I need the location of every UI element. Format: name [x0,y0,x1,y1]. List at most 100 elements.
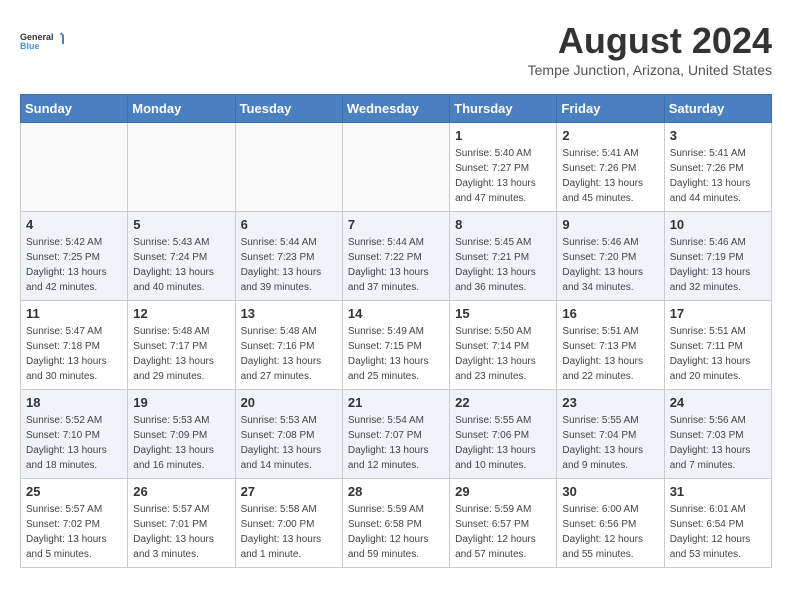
day-info: Sunrise: 5:54 AMSunset: 7:07 PMDaylight:… [348,413,444,473]
calendar-cell: 29 Sunrise: 5:59 AMSunset: 6:57 PMDayligh… [450,479,557,568]
day-number: 29 [455,484,551,499]
day-info: Sunrise: 6:01 AMSunset: 6:54 PMDaylight:… [670,502,766,562]
day-info: Sunrise: 5:55 AMSunset: 7:06 PMDaylight:… [455,413,551,473]
week-row-2: 4Sunrise: 5:42 AMSunset: 7:25 PMDaylight… [21,212,772,301]
day-info: Sunrise: 5:49 AMSunset: 7:15 PMDaylight:… [348,324,444,384]
calendar-cell: 4Sunrise: 5:42 AMSunset: 7:25 PMDaylight… [21,212,128,301]
day-number: 25 [26,484,122,499]
day-number: 22 [455,395,551,410]
day-number: 6 [241,217,337,232]
day-number: 26 [133,484,229,499]
calendar-cell: 14Sunrise: 5:49 AMSunset: 7:15 PMDayligh… [342,301,449,390]
calendar-cell: 22 Sunrise: 5:55 AMSunset: 7:06 PMDayligh… [450,390,557,479]
day-number: 10 [670,217,766,232]
day-info: Sunrise: 5:45 AMSunset: 7:21 PMDaylight:… [455,235,551,295]
calendar-cell: 5 Sunrise: 5:43 AMSunset: 7:24 PMDaylight… [128,212,235,301]
calendar-cell: 11Sunrise: 5:47 AMSunset: 7:18 PMDayligh… [21,301,128,390]
day-info: Sunrise: 5:40 AMSunset: 7:27 PMDaylight:… [455,146,551,206]
calendar-cell: 24Sunrise: 5:56 AMSunset: 7:03 PMDayligh… [664,390,771,479]
calendar-cell: 15 Sunrise: 5:50 AMSunset: 7:14 PMDayligh… [450,301,557,390]
page-header: General Blue August 2024 Tempe Junction,… [20,20,772,78]
day-info: Sunrise: 5:50 AMSunset: 7:14 PMDaylight:… [455,324,551,384]
day-info: Sunrise: 5:59 AMSunset: 6:58 PMDaylight:… [348,502,444,562]
weekday-header-row: SundayMondayTuesdayWednesdayThursdayFrid… [21,95,772,123]
calendar-cell: 18 Sunrise: 5:52 AMSunset: 7:10 PMDayligh… [21,390,128,479]
day-info: Sunrise: 5:53 AMSunset: 7:09 PMDaylight:… [133,413,229,473]
day-info: Sunrise: 5:59 AMSunset: 6:57 PMDaylight:… [455,502,551,562]
weekday-header-tuesday: Tuesday [235,95,342,123]
day-info: Sunrise: 5:44 AMSunset: 7:22 PMDaylight:… [348,235,444,295]
calendar-cell [21,123,128,212]
calendar-cell: 7Sunrise: 5:44 AMSunset: 7:22 PMDaylight… [342,212,449,301]
calendar-cell: 17 Sunrise: 5:51 AMSunset: 7:11 PMDayligh… [664,301,771,390]
calendar-cell: 28 Sunrise: 5:59 AMSunset: 6:58 PMDayligh… [342,479,449,568]
weekday-header-monday: Monday [128,95,235,123]
calendar-cell: 20Sunrise: 5:53 AMSunset: 7:08 PMDayligh… [235,390,342,479]
calendar-cell: 19 Sunrise: 5:53 AMSunset: 7:09 PMDayligh… [128,390,235,479]
day-info: Sunrise: 6:00 AMSunset: 6:56 PMDaylight:… [562,502,658,562]
day-info: Sunrise: 5:57 AMSunset: 7:02 PMDaylight:… [26,502,122,562]
location-label: Tempe Junction, Arizona, United States [528,62,772,78]
calendar-cell [128,123,235,212]
day-info: Sunrise: 5:48 AMSunset: 7:17 PMDaylight:… [133,324,229,384]
day-number: 5 [133,217,229,232]
weekday-header-wednesday: Wednesday [342,95,449,123]
day-number: 9 [562,217,658,232]
calendar-cell: 13Sunrise: 5:48 AMSunset: 7:16 PMDayligh… [235,301,342,390]
day-number: 17 [670,306,766,321]
day-info: Sunrise: 5:43 AMSunset: 7:24 PMDaylight:… [133,235,229,295]
calendar-cell: 26Sunrise: 5:57 AMSunset: 7:01 PMDayligh… [128,479,235,568]
logo: General Blue [20,20,70,64]
day-info: Sunrise: 5:52 AMSunset: 7:10 PMDaylight:… [26,413,122,473]
calendar-cell: 1Sunrise: 5:40 AMSunset: 7:27 PMDaylight… [450,123,557,212]
calendar-table: SundayMondayTuesdayWednesdayThursdayFrid… [20,94,772,568]
day-info: Sunrise: 5:44 AMSunset: 7:23 PMDaylight:… [241,235,337,295]
week-row-3: 11Sunrise: 5:47 AMSunset: 7:18 PMDayligh… [21,301,772,390]
day-info: Sunrise: 5:42 AMSunset: 7:25 PMDaylight:… [26,235,122,295]
day-number: 8 [455,217,551,232]
calendar-cell: 6 Sunrise: 5:44 AMSunset: 7:23 PMDaylight… [235,212,342,301]
day-info: Sunrise: 5:41 AMSunset: 7:26 PMDaylight:… [562,146,658,206]
day-info: Sunrise: 5:55 AMSunset: 7:04 PMDaylight:… [562,413,658,473]
day-info: Sunrise: 5:51 AMSunset: 7:11 PMDaylight:… [670,324,766,384]
title-block: August 2024 Tempe Junction, Arizona, Uni… [528,20,772,78]
week-row-1: 1Sunrise: 5:40 AMSunset: 7:27 PMDaylight… [21,123,772,212]
day-number: 21 [348,395,444,410]
week-row-5: 25 Sunrise: 5:57 AMSunset: 7:02 PMDayligh… [21,479,772,568]
day-number: 11 [26,306,122,321]
day-number: 20 [241,395,337,410]
day-number: 19 [133,395,229,410]
day-info: Sunrise: 5:51 AMSunset: 7:13 PMDaylight:… [562,324,658,384]
calendar-cell [342,123,449,212]
day-number: 27 [241,484,337,499]
calendar-cell: 12 Sunrise: 5:48 AMSunset: 7:17 PMDayligh… [128,301,235,390]
svg-text:General: General [20,32,54,42]
calendar-cell: 30 Sunrise: 6:00 AMSunset: 6:56 PMDayligh… [557,479,664,568]
day-number: 12 [133,306,229,321]
day-number: 15 [455,306,551,321]
calendar-cell: 31 Sunrise: 6:01 AMSunset: 6:54 PMDayligh… [664,479,771,568]
day-number: 18 [26,395,122,410]
day-info: Sunrise: 5:41 AMSunset: 7:26 PMDaylight:… [670,146,766,206]
day-number: 31 [670,484,766,499]
day-info: Sunrise: 5:58 AMSunset: 7:00 PMDaylight:… [241,502,337,562]
day-number: 16 [562,306,658,321]
month-title: August 2024 [528,20,772,62]
calendar-cell: 2 Sunrise: 5:41 AMSunset: 7:26 PMDaylight… [557,123,664,212]
calendar-cell: 10 Sunrise: 5:46 AMSunset: 7:19 PMDayligh… [664,212,771,301]
day-info: Sunrise: 5:46 AMSunset: 7:19 PMDaylight:… [670,235,766,295]
calendar-cell: 16 Sunrise: 5:51 AMSunset: 7:13 PMDayligh… [557,301,664,390]
calendar-cell: 8 Sunrise: 5:45 AMSunset: 7:21 PMDaylight… [450,212,557,301]
logo-svg: General Blue [20,20,70,64]
day-number: 30 [562,484,658,499]
day-info: Sunrise: 5:56 AMSunset: 7:03 PMDaylight:… [670,413,766,473]
day-number: 13 [241,306,337,321]
calendar-cell: 21 Sunrise: 5:54 AMSunset: 7:07 PMDayligh… [342,390,449,479]
calendar-cell: 23Sunrise: 5:55 AMSunset: 7:04 PMDayligh… [557,390,664,479]
weekday-header-friday: Friday [557,95,664,123]
day-number: 2 [562,128,658,143]
weekday-header-saturday: Saturday [664,95,771,123]
day-number: 28 [348,484,444,499]
calendar-cell: 25 Sunrise: 5:57 AMSunset: 7:02 PMDayligh… [21,479,128,568]
calendar-cell [235,123,342,212]
